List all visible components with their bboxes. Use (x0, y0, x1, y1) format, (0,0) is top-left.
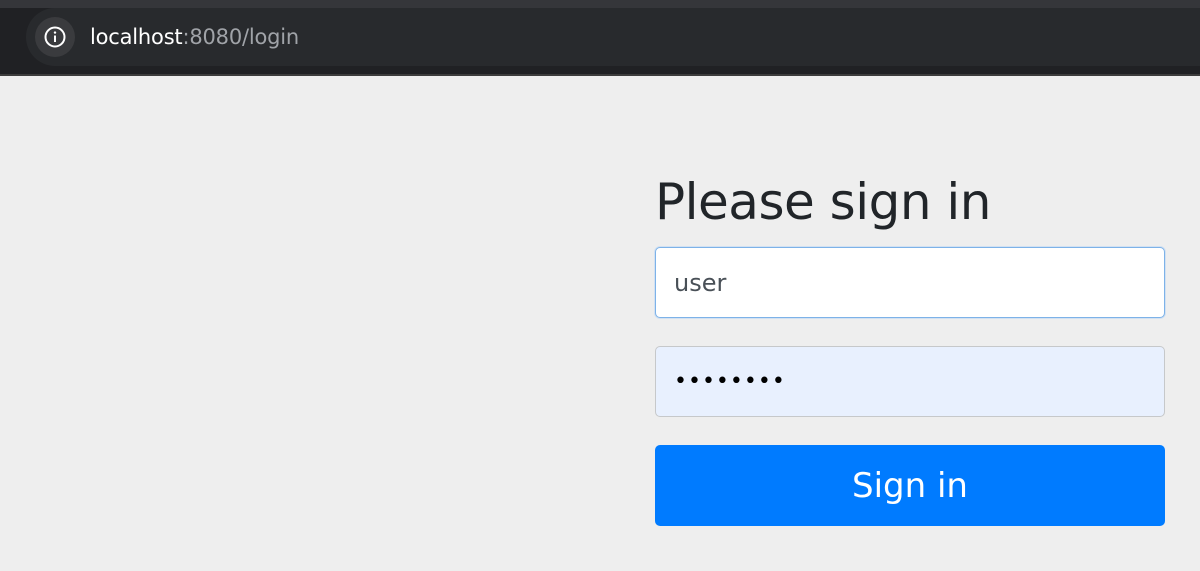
url-text[interactable]: localhost:8080/login (90, 22, 299, 52)
form-heading: Please sign in (655, 173, 992, 231)
url-path: :8080/login (182, 25, 300, 49)
login-page: Please sign in Sign in (0, 78, 1200, 571)
sign-in-button[interactable]: Sign in (655, 445, 1165, 526)
address-bar[interactable]: localhost:8080/login (26, 8, 1200, 66)
browser-toolbar: localhost:8080/login (0, 0, 1200, 76)
url-host: localhost (90, 25, 183, 49)
username-input[interactable] (655, 247, 1165, 318)
password-input[interactable] (655, 346, 1165, 417)
info-circle-icon (44, 26, 66, 48)
site-info-button[interactable] (35, 17, 75, 57)
